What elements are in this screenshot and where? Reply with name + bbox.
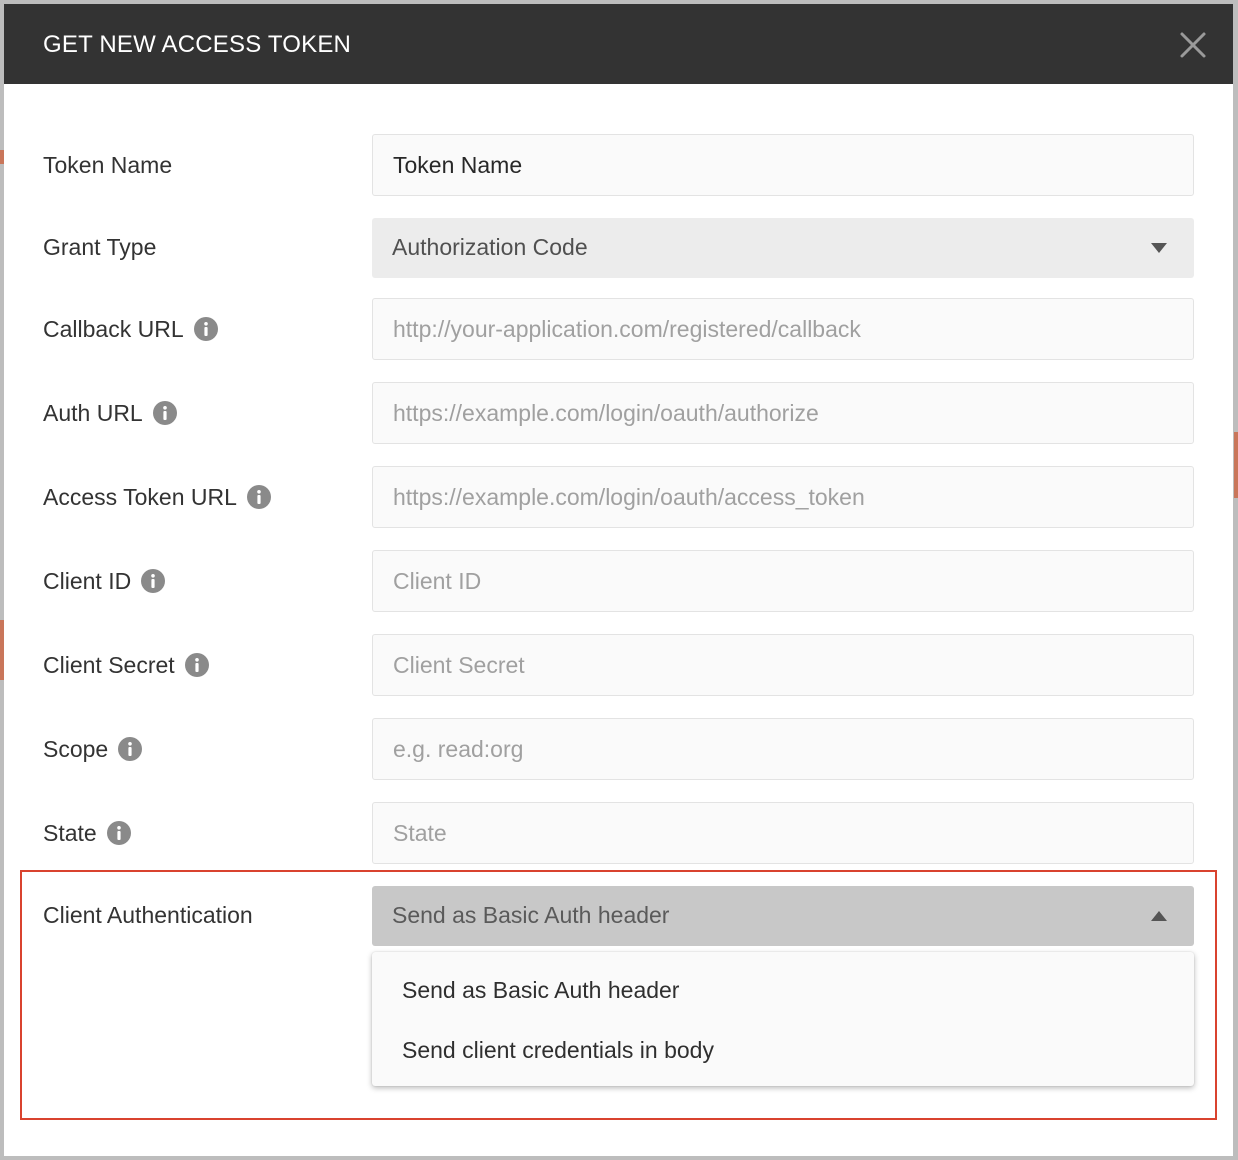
token-name-label-text: Token Name (43, 151, 173, 178)
close-button[interactable] (1176, 28, 1210, 62)
scope-label: Scope (43, 733, 143, 765)
state-label: State (43, 817, 131, 849)
get-new-access-token-dialog: GET NEW ACCESS TOKEN Token Name Grant Ty… (4, 4, 1233, 1156)
client-id-label-text: Client ID (43, 567, 132, 594)
dropdown-option-credentials-in-body[interactable]: Send client credentials in body (372, 1020, 1194, 1080)
callback-url-label-text: Callback URL (43, 315, 184, 342)
caret-down-icon (1151, 243, 1167, 253)
auth-url-input[interactable] (372, 382, 1194, 444)
client-id-input[interactable] (372, 550, 1194, 612)
scope-label-text: Scope (43, 735, 109, 762)
client-secret-input[interactable] (372, 634, 1194, 696)
auth-url-label: Auth URL (43, 397, 177, 429)
background-accent (1234, 432, 1238, 498)
grant-type-label: Grant Type (43, 231, 156, 263)
token-name-label: Token Name (43, 149, 172, 181)
state-input[interactable] (372, 802, 1194, 864)
client-secret-label-text: Client Secret (43, 651, 175, 678)
client-authentication-dropdown-menu: Send as Basic Auth header Send client cr… (372, 952, 1194, 1086)
client-id-label: Client ID (43, 565, 166, 597)
info-icon[interactable] (246, 485, 271, 509)
grant-type-selected-value: Authorization Code (392, 234, 588, 260)
access-token-url-label-text: Access Token URL (43, 483, 237, 510)
auth-url-label-text: Auth URL (43, 399, 143, 426)
caret-up-icon (1151, 911, 1167, 921)
dropdown-option-basic-auth-header[interactable]: Send as Basic Auth header (372, 960, 1194, 1020)
info-icon[interactable] (141, 569, 166, 593)
client-authentication-selected-value: Send as Basic Auth header (392, 902, 670, 928)
callback-url-label: Callback URL (43, 313, 218, 345)
client-authentication-label-text: Client Authentication (43, 901, 253, 928)
dialog-title: GET NEW ACCESS TOKEN (43, 31, 352, 58)
info-icon[interactable] (106, 821, 131, 845)
scope-input[interactable] (372, 718, 1194, 780)
dialog-header: GET NEW ACCESS TOKEN (4, 4, 1233, 84)
token-name-input[interactable] (372, 134, 1194, 196)
info-icon[interactable] (193, 317, 218, 341)
client-secret-label: Client Secret (43, 649, 209, 681)
grant-type-select[interactable]: Authorization Code (372, 218, 1194, 278)
client-authentication-label: Client Authentication (43, 899, 253, 931)
state-label-text: State (43, 819, 97, 846)
info-icon[interactable] (184, 653, 209, 677)
access-token-url-input[interactable] (372, 466, 1194, 528)
info-icon[interactable] (152, 401, 177, 425)
grant-type-label-text: Grant Type (43, 233, 157, 260)
client-authentication-select[interactable]: Send as Basic Auth header (372, 886, 1194, 946)
close-icon (1180, 32, 1206, 58)
access-token-url-label: Access Token URL (43, 481, 271, 513)
info-icon[interactable] (118, 737, 143, 761)
callback-url-input[interactable] (372, 298, 1194, 360)
